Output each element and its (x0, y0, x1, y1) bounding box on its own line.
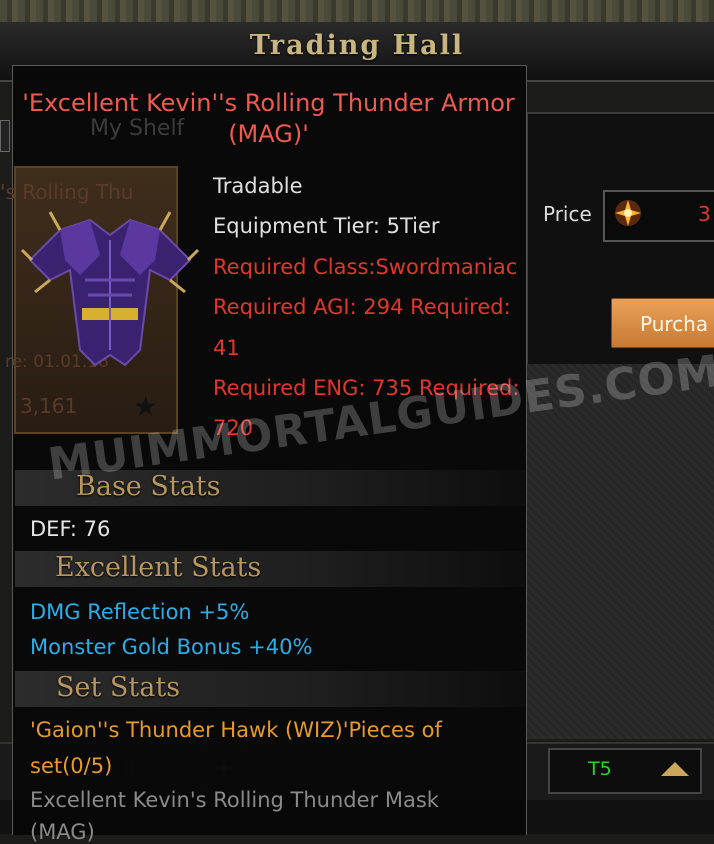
set-count: set(0/5) (30, 754, 113, 778)
set-name: 'Gaion''s Thunder Hawk (WIZ)'Pieces of (30, 718, 442, 742)
star-icon[interactable]: ★ (133, 390, 158, 423)
required-agi: Required AGI: 294 Required: (213, 295, 511, 319)
excellent-stat-line: DMG Reflection +5% (30, 600, 250, 624)
required-agi-value: 41 (213, 336, 240, 360)
card-price: 3,161 (20, 394, 78, 418)
chevron-up-icon[interactable] (661, 762, 689, 776)
panel-background (526, 364, 714, 739)
armor-icon (20, 211, 200, 367)
required-class: Required Class:Swordmaniac (213, 255, 518, 279)
window-title: Trading Hall (249, 30, 465, 61)
item-name: 'Excellent Kevin''s Rolling Thunder Armo… (22, 89, 515, 148)
set-stats-title: Set Stats (56, 672, 181, 703)
base-stat-line: DEF: 76 (30, 517, 111, 541)
tier-value: T5 (588, 758, 612, 780)
equipment-tier: Equipment Tier: 5Tier (213, 214, 440, 238)
background-texture (0, 0, 714, 22)
set-piece: Excellent Kevin's Rolling Thunder Mask (30, 788, 439, 812)
set-piece: (MAG) (30, 820, 95, 844)
tradable-label: Tradable (213, 174, 303, 198)
purchase-button[interactable]: Purcha (611, 298, 714, 348)
price-value: 3 (698, 202, 711, 226)
excellent-stat-line: Monster Gold Bonus +40% (30, 635, 313, 659)
excellent-stats-title: Excellent Stats (55, 552, 262, 583)
gem-icon (615, 200, 641, 226)
price-label: Price (543, 202, 592, 226)
tab-edge (0, 120, 10, 152)
